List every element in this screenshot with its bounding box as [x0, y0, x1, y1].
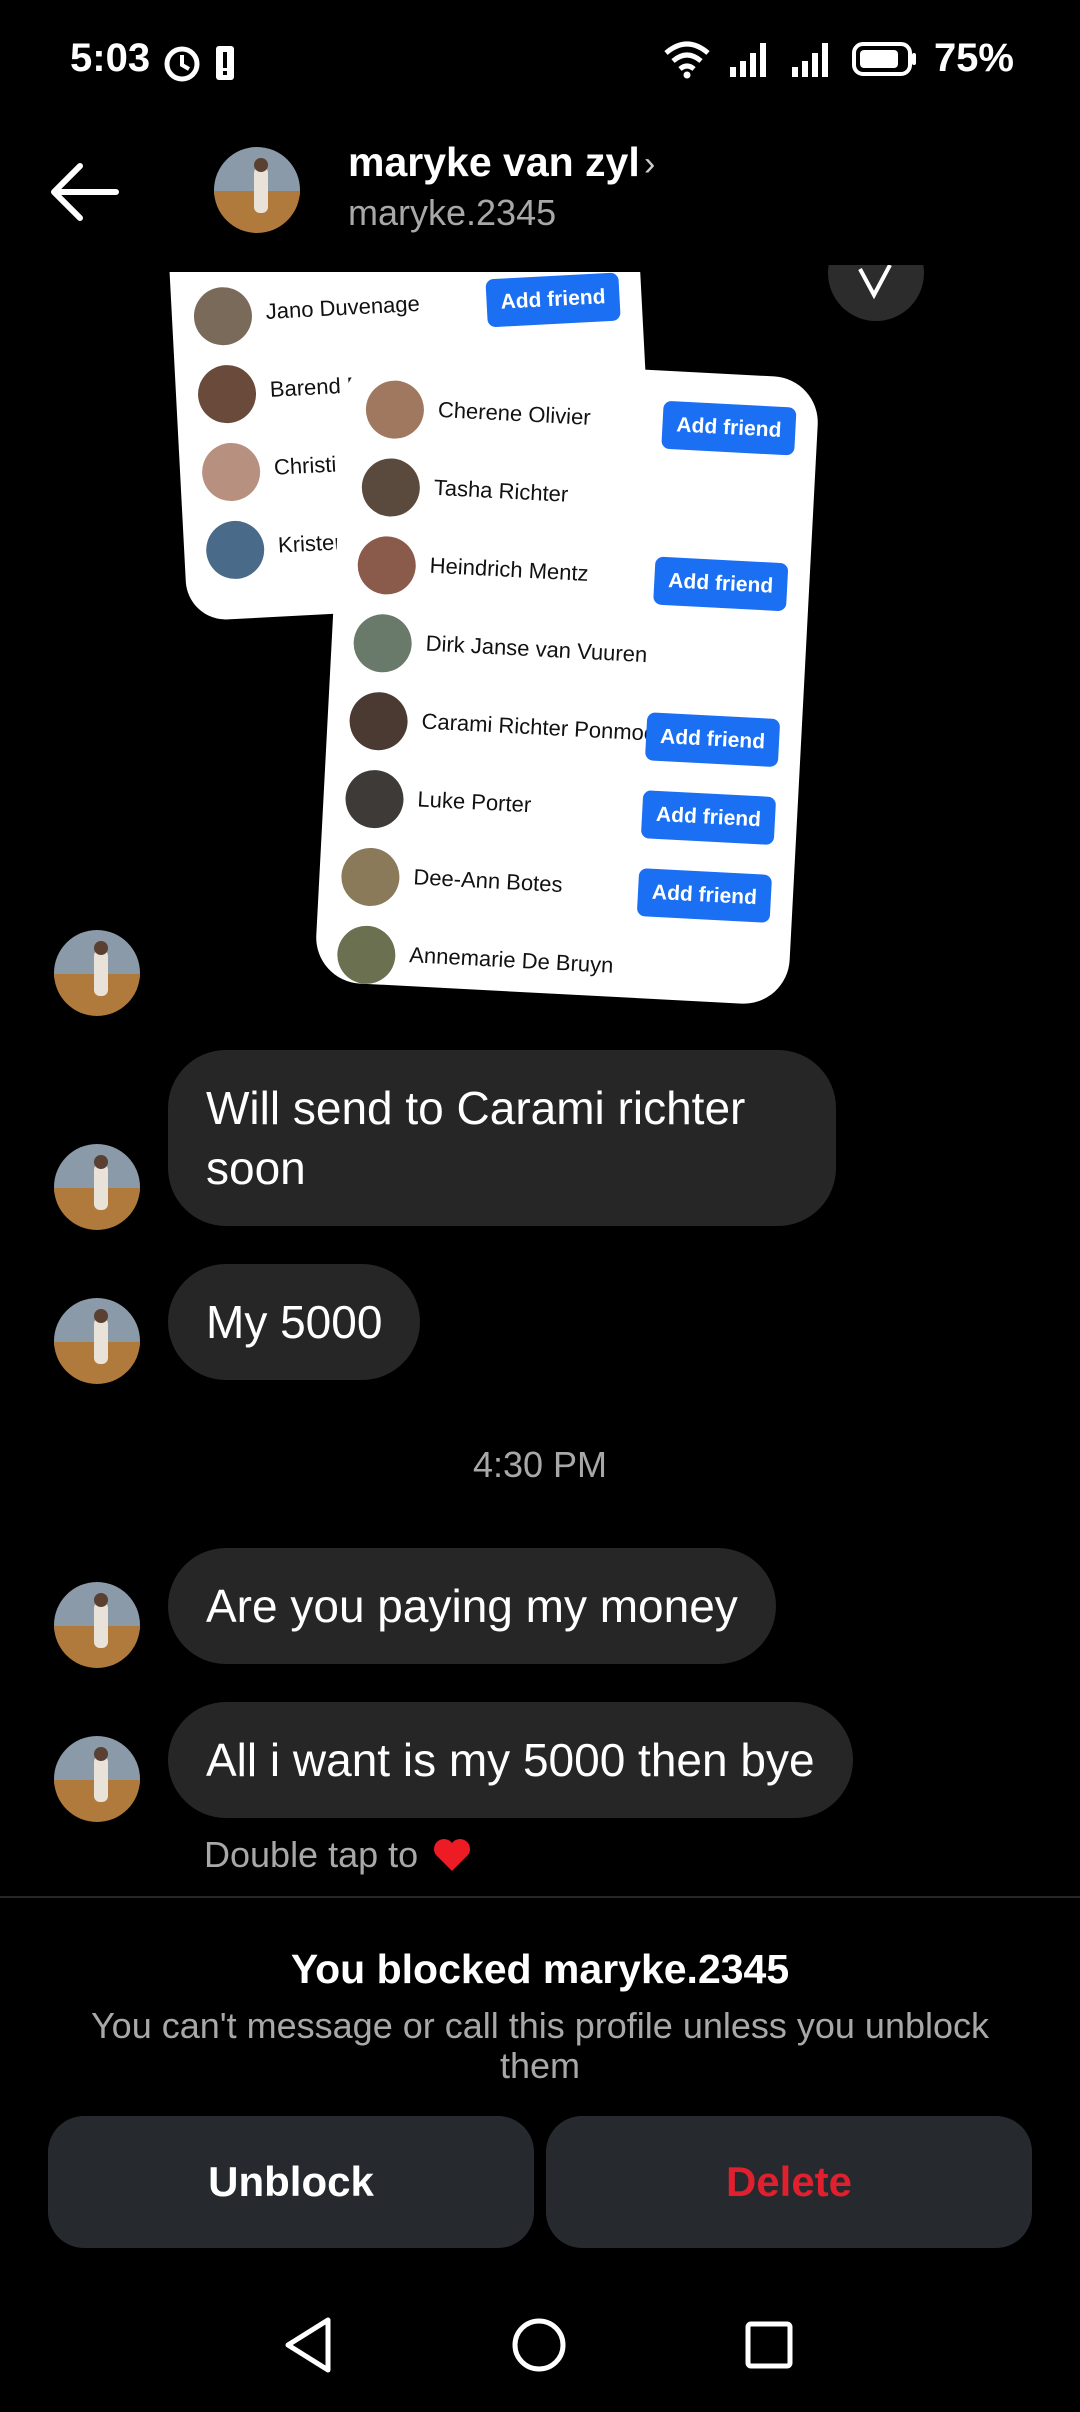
wifi-icon — [664, 41, 710, 78]
sender-avatar[interactable] — [54, 1298, 140, 1384]
delete-button[interactable]: Delete — [546, 2116, 1032, 2248]
profile-avatar[interactable] — [214, 147, 300, 233]
signal-icon-1 — [729, 42, 766, 77]
message-bubble[interactable]: Will send to Carami richter soon — [168, 1050, 836, 1226]
alarm-icon — [164, 46, 234, 82]
battery-icon — [851, 41, 916, 76]
battery-percent: 75% — [933, 36, 1014, 80]
chevron-right-icon[interactable]: › — [644, 145, 655, 184]
double-tap-hint: Double tap to — [204, 1834, 472, 1876]
nav-back-icon[interactable] — [274, 2310, 344, 2380]
chat-header: maryke van zyl › maryke.2345 — [0, 125, 1080, 275]
sender-avatar[interactable] — [54, 1144, 140, 1230]
message-bubble[interactable]: My 5000 — [168, 1264, 421, 1380]
divider — [0, 1896, 1080, 1898]
shared-image-front[interactable]: Cherene Olivier Add friend Tasha Richter… — [313, 354, 821, 1006]
timestamp: 4:30 PM — [472, 1444, 608, 1485]
nav-home-icon[interactable] — [504, 2310, 574, 2380]
profile-name[interactable]: maryke van zyl — [348, 139, 640, 186]
message-bubble[interactable]: All i want is my 5000 then bye — [168, 1702, 853, 1818]
back-arrow-icon[interactable] — [44, 157, 124, 227]
blocked-title: You blocked maryke.2345 — [290, 1946, 790, 1992]
signal-icon-2 — [791, 42, 828, 77]
status-bar: 5:03 75% — [0, 0, 1080, 125]
sender-avatar[interactable] — [54, 1582, 140, 1668]
blocked-subtitle: You can't message or call this profile u… — [90, 2005, 990, 2086]
sender-avatar[interactable] — [54, 930, 140, 1016]
nav-recents-icon[interactable] — [734, 2310, 804, 2380]
sender-avatar[interactable] — [54, 1736, 140, 1822]
heart-icon — [434, 1839, 471, 1871]
message-bubble[interactable]: Are you paying my money — [168, 1548, 776, 1664]
profile-handle[interactable]: maryke.2345 — [348, 192, 556, 234]
status-time: 5:03 — [70, 36, 151, 80]
unblock-button[interactable]: Unblock — [48, 2116, 534, 2248]
